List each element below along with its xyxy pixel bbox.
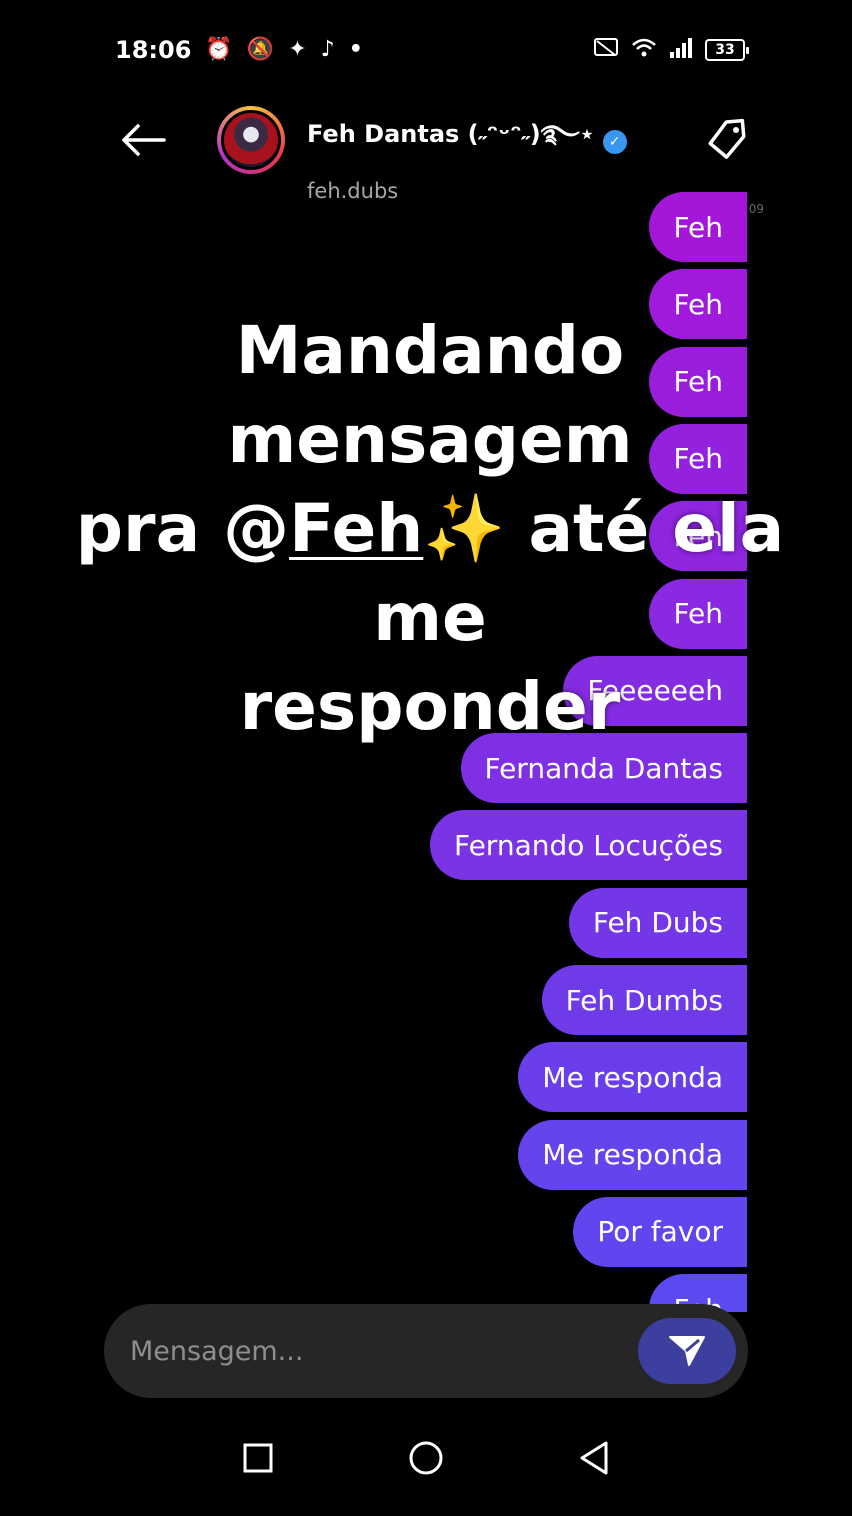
alarm-icon: ⏰ xyxy=(205,37,233,62)
verified-badge-icon: ✓ xyxy=(602,129,627,154)
caption-mention[interactable]: Feh xyxy=(289,490,423,567)
message-composer xyxy=(104,1304,748,1398)
chat-header: Feh Dantas (˶ᵔᵕᵔ˶)࿐⋆ ✓ feh.dubs xyxy=(115,100,755,203)
message-bubble[interactable]: Feh xyxy=(649,192,747,262)
message-bubble[interactable]: Fernando Locuções xyxy=(430,810,747,881)
dot-icon: • xyxy=(348,37,363,62)
wifi-icon xyxy=(631,37,657,64)
caption-line-2: pra @Feh✨ até ela me xyxy=(60,484,800,662)
sparkles-icon: ✨ xyxy=(423,490,506,567)
avatar-image xyxy=(221,110,281,170)
display-name-text: Feh Dantas (˶ᵔᵕᵔ˶)࿐⋆ xyxy=(307,120,595,148)
tag-button[interactable] xyxy=(699,112,755,168)
message-bubble[interactable]: Por favor xyxy=(573,1196,747,1267)
video-caption: Mandando mensagem pra @Feh✨ até ela me r… xyxy=(60,306,800,751)
message-bubble[interactable]: Feh Dubs xyxy=(568,887,747,958)
status-bar: 18:06 ⏰ 🔕 ✦ ♪ • 33 xyxy=(115,30,749,70)
status-time: 18:06 xyxy=(115,36,192,64)
caption-line-1: Mandando mensagem xyxy=(227,312,633,478)
send-icon xyxy=(669,1336,705,1366)
message-bubble[interactable]: Me responda xyxy=(518,1042,747,1113)
caption-line-2-pre: pra @ xyxy=(75,490,290,567)
home-button[interactable] xyxy=(396,1428,456,1488)
tiktok-icon: ♪ xyxy=(320,37,335,62)
message-bubble[interactable]: Feh Dumbs xyxy=(541,965,747,1035)
circle-icon xyxy=(409,1441,443,1475)
status-right: 33 xyxy=(593,37,749,64)
send-button[interactable] xyxy=(638,1318,736,1384)
back-button[interactable] xyxy=(115,112,171,168)
bell-off-icon: 🔕 xyxy=(246,37,275,62)
message-bubble[interactable]: Me responda xyxy=(518,1119,747,1190)
display-name: Feh Dantas (˶ᵔᵕᵔ˶)࿐⋆ ✓ xyxy=(307,108,627,175)
triangle-back-icon xyxy=(580,1441,608,1475)
status-left: 18:06 ⏰ 🔕 ✦ ♪ • xyxy=(115,36,363,64)
battery-icon: 33 xyxy=(705,39,749,61)
caption-line-3: responder xyxy=(239,668,621,745)
square-icon xyxy=(243,1443,273,1473)
arrow-left-icon xyxy=(122,124,166,156)
message-input[interactable] xyxy=(130,1335,610,1367)
sparkle-icon: ✦ xyxy=(288,37,307,62)
avatar[interactable] xyxy=(217,106,285,174)
system-nav-bar xyxy=(0,1428,852,1488)
tag-icon xyxy=(708,118,746,159)
back-nav-button[interactable] xyxy=(564,1428,624,1488)
cast-icon xyxy=(593,37,619,64)
signal-icon xyxy=(669,37,693,64)
recents-button[interactable] xyxy=(228,1428,288,1488)
